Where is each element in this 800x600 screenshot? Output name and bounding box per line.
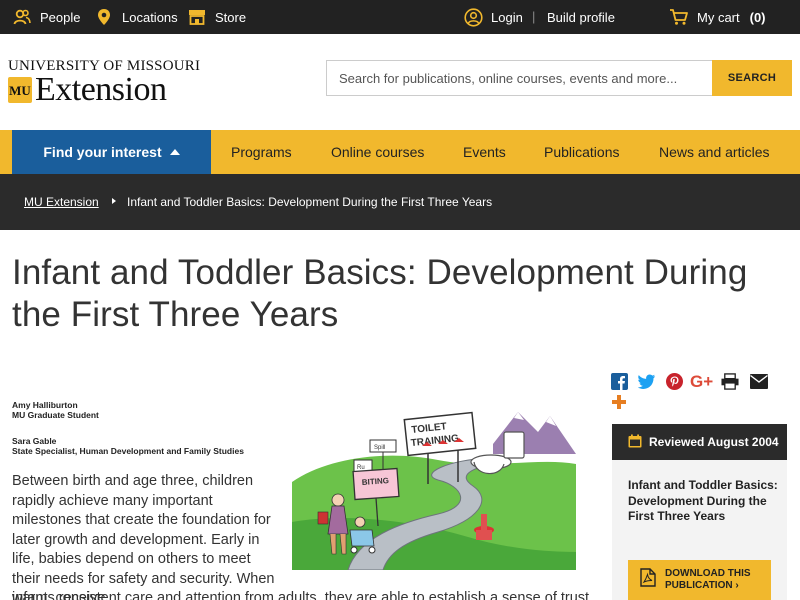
nav-programs[interactable]: Programs	[231, 130, 292, 174]
cart-count: (0)	[749, 9, 766, 25]
calendar-icon	[628, 434, 642, 451]
utility-bar: People Locations Store Login | Build pro…	[0, 0, 800, 34]
breadcrumb-home-link[interactable]: MU Extension	[24, 195, 99, 209]
card-publication-title: Infant and Toddler Basics: Development D…	[628, 478, 778, 523]
mu-extension-logo[interactable]: UNIVERSITY OF MISSOURI MU Extension	[8, 58, 200, 108]
page-title: Infant and Toddler Basics: Development D…	[12, 253, 748, 334]
print-icon[interactable]	[721, 372, 739, 390]
site-header: UNIVERSITY OF MISSOURI MU Extension SEAR…	[0, 34, 800, 130]
logo-mu-mark: MU	[8, 77, 32, 103]
main-nav: Find your interest Programs Online cours…	[0, 130, 800, 174]
reviewed-date: Reviewed August 2004	[649, 435, 779, 449]
people-icon	[12, 7, 32, 27]
caret-up-icon	[169, 149, 180, 155]
google-plus-icon[interactable]: G+	[690, 372, 716, 390]
find-interest-button[interactable]: Find your interest	[12, 130, 211, 174]
svg-text:G+: G+	[690, 373, 713, 390]
sign-spill: Spill	[374, 445, 385, 451]
search-button[interactable]: SEARCH	[712, 60, 792, 96]
locations-label: Locations	[122, 9, 178, 25]
login-label: Login	[491, 9, 523, 25]
topbar-separator: |	[532, 9, 536, 24]
body-paragraph: Between birth and age three, children ra…	[12, 473, 275, 600]
cart-icon	[669, 7, 689, 27]
find-interest-label: Find your interest	[43, 144, 162, 160]
login-link[interactable]: Login	[463, 0, 523, 34]
nav-online-courses[interactable]: Online courses	[331, 130, 424, 174]
build-profile-link[interactable]: Build profile	[547, 0, 615, 34]
author-name: Amy Halliburton	[12, 400, 78, 410]
cart-link[interactable]: My cart (0)	[669, 0, 766, 34]
twitter-icon[interactable]	[638, 372, 656, 390]
email-icon[interactable]	[750, 372, 768, 390]
download-publication-button[interactable]: DOWNLOAD THIS PUBLICATION ›	[628, 560, 771, 600]
cart-label: My cart	[697, 9, 740, 25]
sign-ru: Ru	[357, 465, 365, 471]
logo-extension: Extension	[35, 71, 167, 108]
location-pin-icon	[94, 7, 114, 27]
authors: Amy Halliburton MU Graduate Student Sara…	[12, 400, 244, 456]
card-body: Infant and Toddler Basics: Development D…	[612, 460, 787, 600]
nav-events[interactable]: Events	[463, 130, 506, 174]
reviewed-header: Reviewed August 2004	[612, 424, 787, 460]
people-link[interactable]: People	[12, 0, 80, 34]
locations-link[interactable]: Locations	[94, 0, 178, 34]
build-profile-label: Build profile	[547, 9, 615, 25]
site-search: SEARCH	[326, 60, 792, 96]
share-bar: G+	[610, 372, 790, 412]
author-name: Sara Gable	[12, 436, 57, 446]
breadcrumb-arrow-icon	[112, 198, 116, 204]
user-circle-icon	[463, 7, 483, 27]
sign-biting: BITING	[362, 476, 390, 487]
store-icon	[187, 7, 207, 27]
body-paragraph-continued: warm, consistent care and attention from…	[12, 590, 590, 600]
download-label-line1: DOWNLOAD THIS	[665, 567, 751, 579]
nav-news-articles[interactable]: News and articles	[659, 130, 770, 174]
publication-card: Reviewed August 2004 Infant and Toddler …	[612, 424, 787, 600]
pinterest-icon[interactable]	[665, 372, 683, 390]
facebook-icon[interactable]	[610, 372, 628, 390]
author-role: MU Graduate Student	[12, 410, 99, 420]
breadcrumb-current: Infant and Toddler Basics: Development D…	[127, 195, 493, 209]
download-label-line2: PUBLICATION ›	[665, 580, 739, 591]
plus-share-icon[interactable]	[610, 393, 628, 411]
breadcrumb: MU Extension Infant and Toddler Basics: …	[0, 174, 800, 230]
author-role: State Specialist, Human Development and …	[12, 446, 244, 456]
people-label: People	[40, 9, 81, 25]
store-label: Store	[215, 9, 247, 25]
store-link[interactable]: Store	[187, 0, 246, 34]
search-input[interactable]	[326, 60, 712, 96]
pdf-file-icon	[640, 568, 656, 592]
toddler-path-illustration: TOILET TRAINING Spill Ru BITING	[288, 402, 576, 571]
nav-publications[interactable]: Publications	[544, 130, 620, 174]
